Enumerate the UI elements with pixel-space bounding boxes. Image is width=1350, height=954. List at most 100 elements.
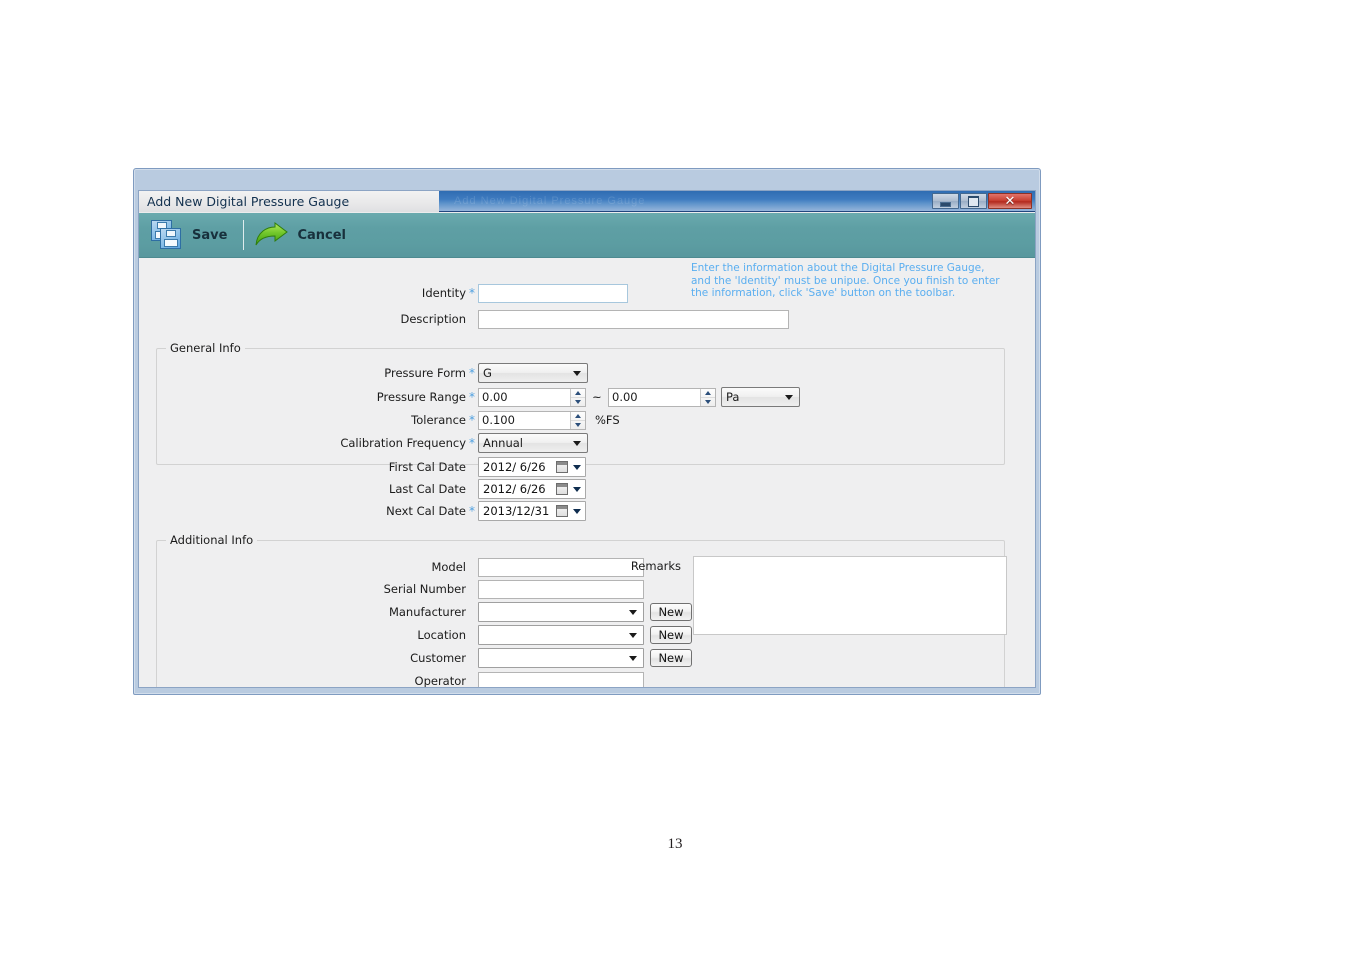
green-arrow-icon <box>254 222 289 248</box>
identity-row: Identity * <box>296 282 641 304</box>
calibration-frequency-row: Calibration Frequency * Annual <box>296 432 588 454</box>
tolerance-stepper[interactable] <box>570 411 585 429</box>
pressure-form-select[interactable]: G <box>478 363 588 383</box>
model-label: Model <box>431 560 466 574</box>
remarks-label: Remarks <box>630 559 681 573</box>
remarks-textarea[interactable] <box>693 556 1007 635</box>
pressure-form-required-marker: * <box>469 366 475 380</box>
chevron-down-icon <box>573 465 581 470</box>
form-body: Identity * Description General Info Pres… <box>139 258 1035 687</box>
next-cal-date-value: 2013/12/31 <box>483 504 550 518</box>
minimize-button[interactable] <box>932 193 959 209</box>
title-bar[interactable]: Add New Digital Pressure Gauge Add New D… <box>139 191 1035 212</box>
next-cal-date-required-marker: * <box>469 504 475 518</box>
identity-required-marker: * <box>469 286 475 300</box>
pressure-range-max-stepper[interactable] <box>700 388 715 406</box>
close-button[interactable]: ✕ <box>988 193 1032 209</box>
pressure-unit-value: Pa <box>726 390 740 404</box>
first-cal-date-value: 2012/ 6/26 <box>483 460 546 474</box>
calibration-frequency-label: Calibration Frequency <box>340 436 466 450</box>
cancel-button-label: Cancel <box>297 227 346 243</box>
window-controls: ✕ <box>931 193 1032 209</box>
chevron-down-icon <box>573 441 581 446</box>
stepper-up-icon <box>575 413 581 418</box>
customer-new-button[interactable]: New <box>650 649 692 667</box>
stepper-down-icon <box>575 399 581 404</box>
serial-number-label: Serial Number <box>383 582 466 596</box>
identity-label: Identity <box>421 286 466 300</box>
calibration-frequency-select[interactable]: Annual <box>478 433 588 453</box>
title-ghost-text: Add New Digital Pressure Gauge <box>454 195 646 207</box>
dialog-window: Add New Digital Pressure Gauge Add New D… <box>133 168 1041 695</box>
maximize-icon <box>968 195 979 207</box>
stepper-up-icon <box>705 390 711 395</box>
first-cal-date-label: First Cal Date <box>388 460 466 474</box>
save-button-label: Save <box>192 227 228 243</box>
manufacturer-label: Manufacturer <box>388 605 466 619</box>
location-label: Location <box>417 628 466 642</box>
serial-number-row: Serial Number <box>296 578 644 600</box>
general-info-title: General Info <box>166 341 245 355</box>
tolerance-suffix: %FS <box>595 413 620 427</box>
toolbar: Save Cancel <box>139 213 1035 258</box>
customer-row: Customer New <box>296 647 692 669</box>
model-row: Model <box>296 556 644 578</box>
toolbar-separator <box>243 220 245 250</box>
pressure-range-label: Pressure Range <box>376 390 466 404</box>
chevron-down-icon <box>573 371 581 376</box>
next-cal-date-picker[interactable]: 2013/12/31 <box>478 501 586 521</box>
pressure-range-required-marker: * <box>469 390 475 404</box>
calendar-icon <box>556 505 568 517</box>
form-hint-text: Enter the information about the Digital … <box>691 262 1000 300</box>
tolerance-row: Tolerance * %FS <box>296 409 620 431</box>
remarks-row: Remarks <box>609 556 1007 635</box>
calendar-icon <box>556 483 568 495</box>
pressure-form-value: G <box>483 366 492 380</box>
stepper-down-icon <box>575 422 581 427</box>
operator-row: Operator <box>296 670 644 687</box>
chevron-down-icon <box>785 395 793 400</box>
last-cal-date-row: Last Cal Date 2012/ 6/26 <box>296 478 586 500</box>
tolerance-required-marker: * <box>469 413 475 427</box>
next-cal-date-label: Next Cal Date <box>386 504 466 518</box>
next-cal-date-row: Next Cal Date * 2013/12/31 <box>296 500 586 522</box>
pressure-form-row: Pressure Form * G <box>296 362 588 384</box>
save-button[interactable]: Save <box>147 215 237 255</box>
first-cal-date-picker[interactable]: 2012/ 6/26 <box>478 457 586 477</box>
last-cal-date-picker[interactable]: 2012/ 6/26 <box>478 479 586 499</box>
maximize-button[interactable] <box>960 193 987 209</box>
save-floppy-icon <box>151 220 183 250</box>
operator-label: Operator <box>414 674 466 687</box>
description-input[interactable] <box>478 309 789 329</box>
first-cal-date-row: First Cal Date 2012/ 6/26 <box>296 456 586 478</box>
customer-new-button-label: New <box>658 651 684 665</box>
close-icon: ✕ <box>1004 193 1016 209</box>
calibration-frequency-required-marker: * <box>469 436 475 450</box>
cancel-button[interactable]: Cancel <box>250 215 356 255</box>
tolerance-label: Tolerance <box>411 413 466 427</box>
minimize-icon <box>940 201 951 207</box>
last-cal-date-label: Last Cal Date <box>388 482 466 496</box>
customer-label: Customer <box>410 651 466 665</box>
operator-input[interactable] <box>478 671 644 687</box>
identity-input[interactable] <box>478 283 628 303</box>
window-title: Add New Digital Pressure Gauge <box>147 194 350 209</box>
chevron-down-icon <box>573 487 581 492</box>
customer-select[interactable] <box>478 648 644 668</box>
description-row: Description <box>296 308 816 330</box>
range-separator: ~ <box>592 390 602 404</box>
chevron-down-icon <box>629 656 637 661</box>
pressure-range-row: Pressure Range * ~ <box>296 386 800 408</box>
stepper-down-icon <box>705 399 711 404</box>
pressure-range-min-stepper[interactable] <box>570 388 585 406</box>
chevron-down-icon <box>573 509 581 514</box>
calibration-frequency-value: Annual <box>483 436 523 450</box>
description-label: Description <box>400 312 467 326</box>
page-number: 13 <box>667 836 683 852</box>
stepper-up-icon <box>575 390 581 395</box>
pressure-form-label: Pressure Form <box>384 366 466 380</box>
calendar-icon <box>556 461 568 473</box>
pressure-unit-select[interactable]: Pa <box>721 387 800 407</box>
additional-info-title: Additional Info <box>166 533 258 547</box>
last-cal-date-value: 2012/ 6/26 <box>483 482 546 496</box>
